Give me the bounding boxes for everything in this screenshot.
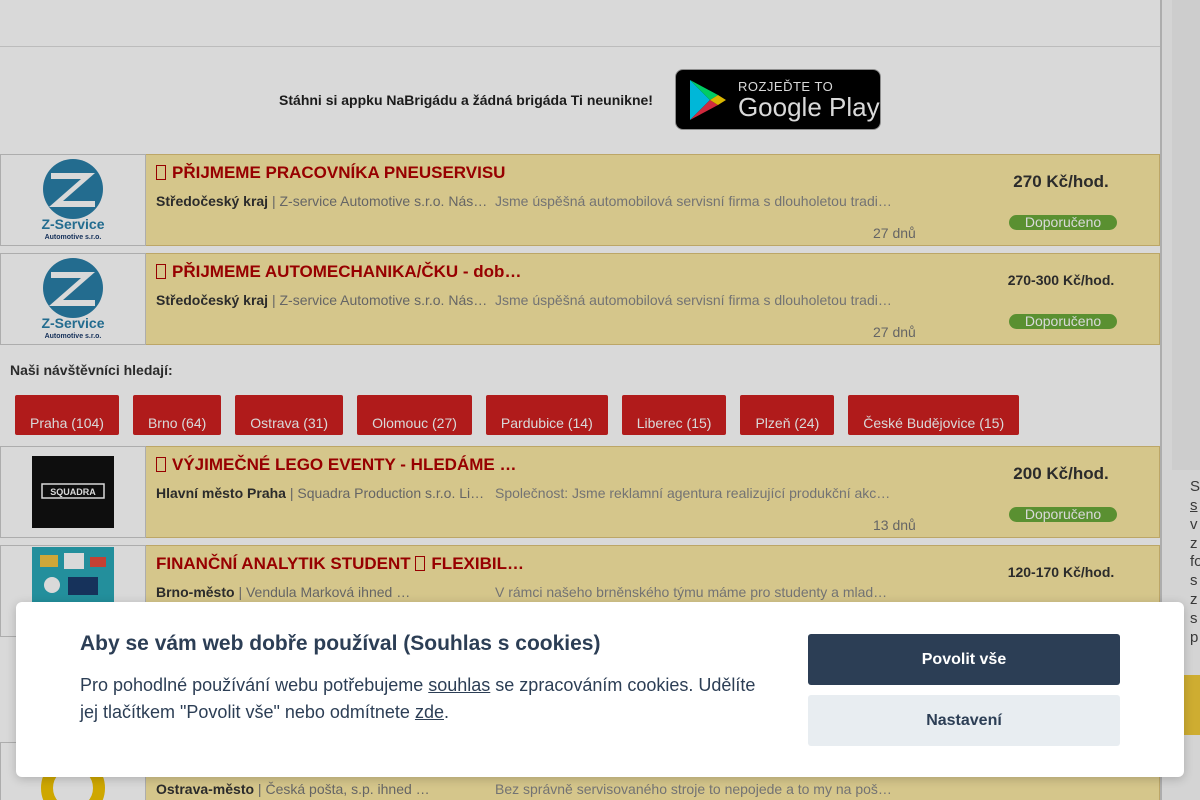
cookie-text: Pro pohodlné používání webu potřebujeme … bbox=[80, 675, 756, 722]
cookie-consent-dialog: Aby se vám web dobře používal (Souhlas s… bbox=[16, 602, 1184, 777]
settings-button[interactable]: Nastavení bbox=[808, 695, 1120, 746]
reject-link[interactable]: zde bbox=[415, 702, 444, 722]
allow-all-button[interactable]: Povolit vše bbox=[808, 634, 1120, 685]
consent-link[interactable]: souhlas bbox=[428, 675, 490, 695]
cookie-title: Aby se vám web dobře používal (Souhlas s… bbox=[80, 632, 601, 655]
